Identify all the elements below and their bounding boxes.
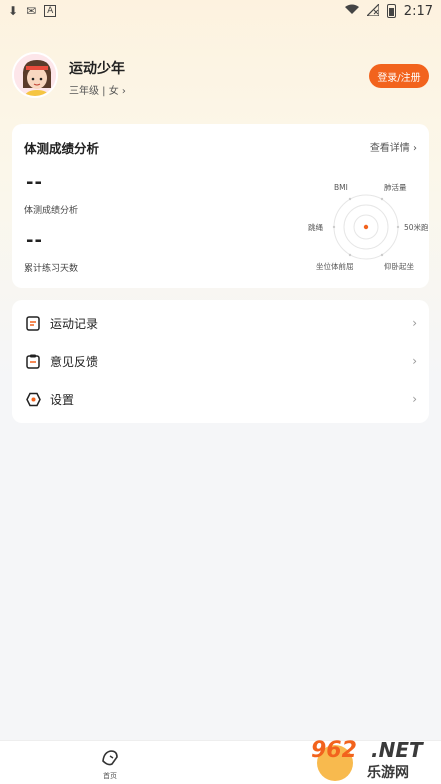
- radar-label-rope: 跳绳: [308, 222, 323, 232]
- radar-label-lung: 肺活量: [384, 182, 407, 192]
- score-value: --: [26, 172, 43, 193]
- status-time: 2:17: [403, 3, 433, 19]
- login-register-button[interactable]: 登录/注册: [369, 64, 429, 88]
- feedback-icon: [25, 353, 41, 369]
- menu-label-settings: 设置: [50, 392, 75, 407]
- svg-text:.NET: .NET: [371, 738, 424, 762]
- analysis-card: 体测成绩分析 查看详情 › -- 体测成绩分析 -- 累计练习天数 BMI 肺活…: [12, 124, 429, 288]
- menu-card: 运动记录 › 意见反馈 › 设置 ›: [12, 300, 429, 423]
- home-run-icon: [100, 750, 120, 771]
- menu-item-records[interactable]: 运动记录 ›: [12, 304, 429, 342]
- no-signal-icon: [365, 2, 380, 19]
- mail-icon: ✉: [26, 4, 37, 18]
- avatar[interactable]: [12, 52, 58, 98]
- chevron-right-icon: ›: [412, 316, 417, 330]
- svg-text:乐游网: 乐游网: [367, 764, 409, 781]
- radar-chart: BMI 肺活量 50米跑 仰卧起坐 坐位体前屈 跳绳: [308, 182, 428, 271]
- nav-home-label: 首页: [103, 772, 117, 780]
- user-name: 运动少年: [69, 61, 125, 77]
- menu-label-feedback: 意见反馈: [50, 354, 99, 369]
- record-icon: [25, 315, 41, 331]
- days-value: --: [26, 230, 43, 251]
- radar-label-50m: 50米跑: [404, 222, 428, 232]
- radar-label-bmi: BMI: [334, 183, 348, 192]
- watermark-logo: 962 .NET 乐游网: [307, 733, 437, 781]
- days-label: 累计练习天数: [24, 264, 79, 274]
- status-bar: ⬇ ✉ A 2:17: [0, 0, 441, 22]
- menu-label-records: 运动记录: [50, 316, 99, 331]
- app-a-icon: A: [44, 5, 57, 17]
- score-label: 体测成绩分析: [24, 206, 79, 216]
- user-grade-gender[interactable]: 三年级 | 女 ›: [69, 82, 126, 97]
- settings-icon: [25, 391, 41, 407]
- chevron-right-icon: ›: [412, 392, 417, 406]
- radar-center-dot: [363, 224, 369, 230]
- chevron-right-icon: ›: [412, 354, 417, 368]
- svg-text:962: 962: [311, 738, 357, 763]
- nav-tab-home[interactable]: 首页: [95, 749, 125, 783]
- view-details-link[interactable]: 查看详情 ›: [370, 139, 417, 154]
- radar-label-sitreach: 坐位体前屈: [316, 261, 354, 271]
- battery-icon: [386, 4, 396, 18]
- profile-header: 运动少年 三年级 | 女 › 登录/注册: [12, 52, 429, 102]
- menu-item-settings[interactable]: 设置 ›: [12, 380, 429, 418]
- wifi-icon: [344, 4, 359, 18]
- radar-label-situp: 仰卧起坐: [384, 261, 414, 271]
- menu-item-feedback[interactable]: 意见反馈 ›: [12, 342, 429, 380]
- download-icon: ⬇: [8, 4, 19, 18]
- analysis-title: 体测成绩分析: [24, 141, 100, 156]
